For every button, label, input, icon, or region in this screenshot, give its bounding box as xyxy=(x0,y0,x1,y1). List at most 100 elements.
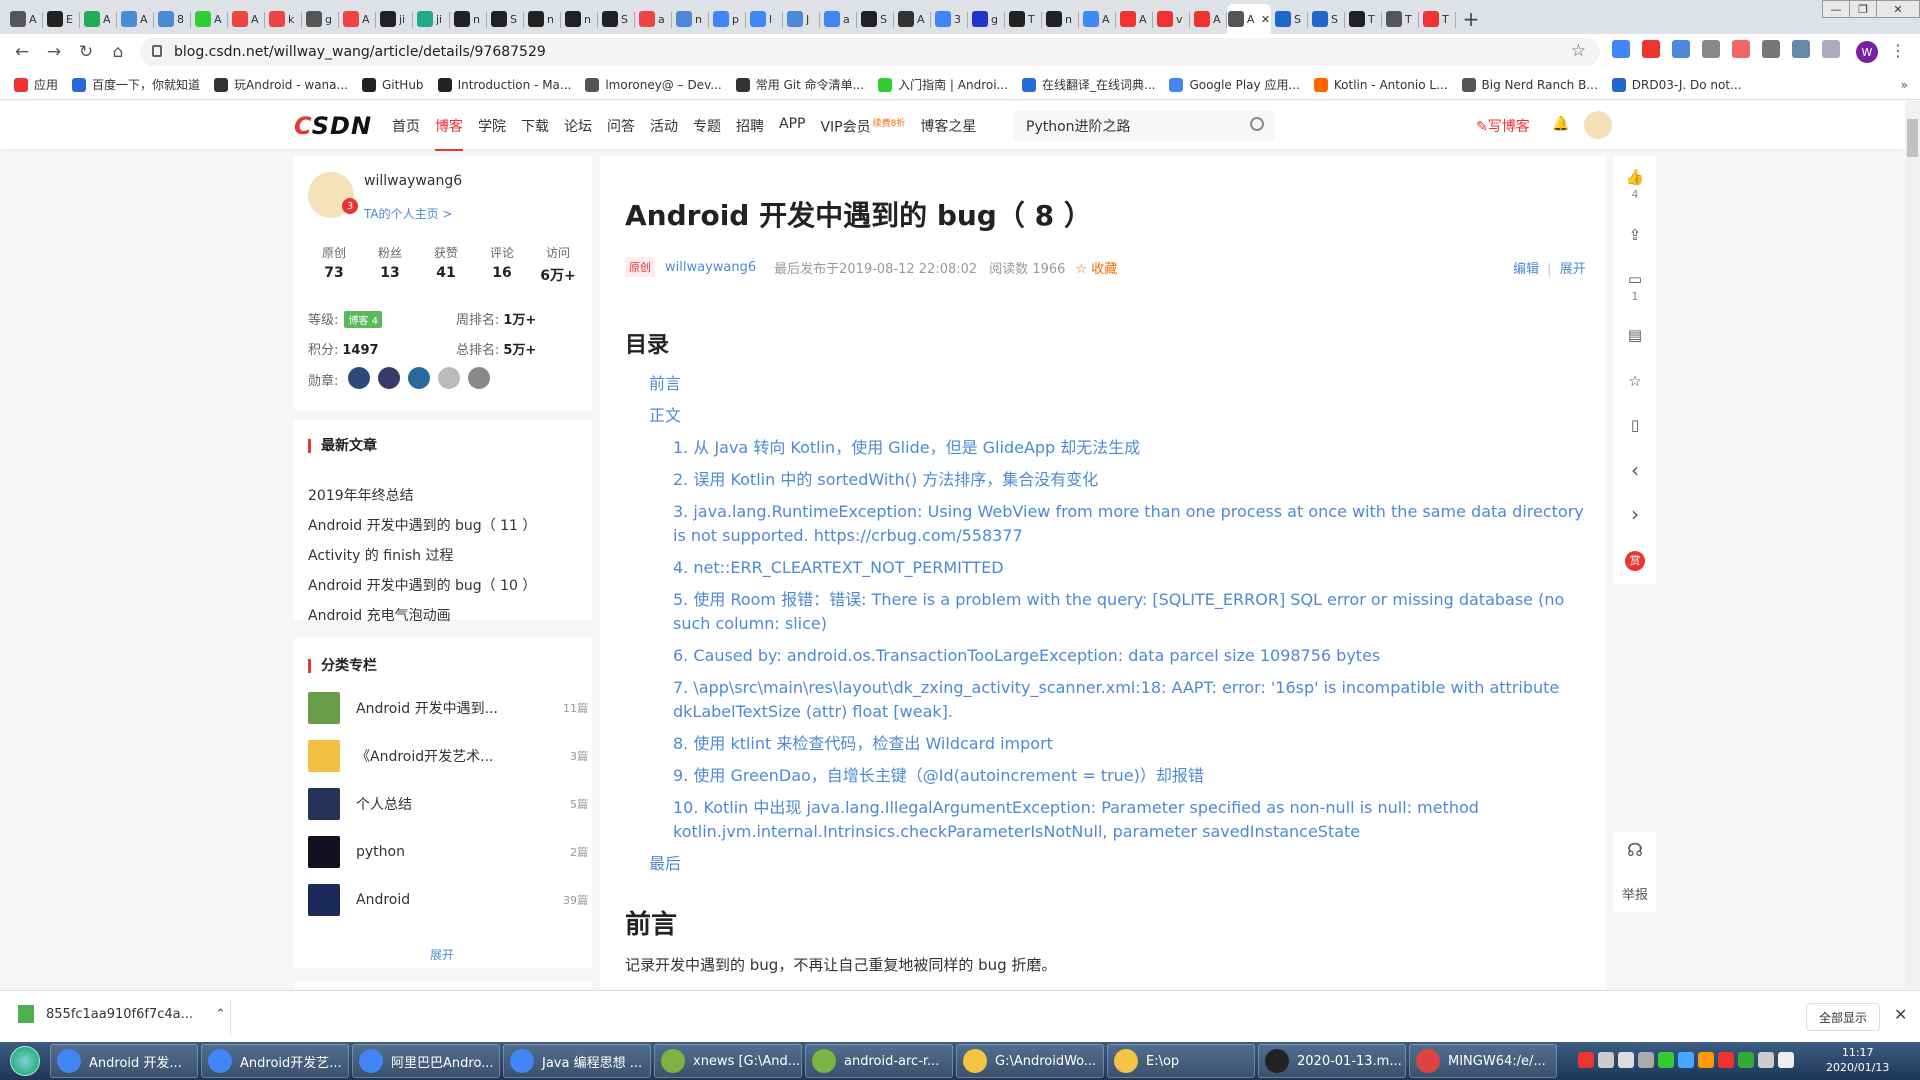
search-input[interactable]: Python进阶之路 xyxy=(1014,111,1274,141)
browser-tab[interactable]: 8 xyxy=(154,4,191,34)
back-icon[interactable]: ← xyxy=(6,36,38,68)
network-icon[interactable] xyxy=(1778,1052,1794,1068)
profile-avatar[interactable]: W xyxy=(1856,41,1878,63)
nav-item[interactable]: APP xyxy=(779,116,805,137)
nav-item[interactable]: 首页 xyxy=(392,116,420,137)
bookmark-item[interactable]: DRD03-J. Do not... xyxy=(1611,77,1742,92)
close-icon[interactable]: ✕ xyxy=(1894,1005,1907,1024)
category-item[interactable]: Android 39篇 xyxy=(308,884,588,916)
like-button[interactable]: 👍 4 xyxy=(1614,168,1656,201)
category-item[interactable]: 《Android开发艺术... 3篇 xyxy=(308,740,588,772)
bookmark-item[interactable]: 百度一下，你就知道 xyxy=(72,76,200,93)
medal-icon[interactable] xyxy=(468,367,490,389)
browser-tab[interactable]: T xyxy=(1382,4,1419,34)
nav-item[interactable]: 博客之星 xyxy=(920,116,976,137)
reload-icon[interactable]: ↻ xyxy=(70,36,102,68)
wechat-icon[interactable] xyxy=(1658,1052,1674,1068)
categories-expand-link[interactable]: 展开 xyxy=(430,946,454,963)
taskbar-window-button[interactable]: 阿里巴巴Andro... xyxy=(352,1044,500,1078)
browser-tab[interactable]: n xyxy=(1042,4,1079,34)
toc-link[interactable]: 10. Kotlin 中出现 java.lang.IllegalArgument… xyxy=(673,796,1590,844)
mobile-icon[interactable]: ▯ xyxy=(1614,416,1656,434)
toc-link[interactable]: 2. 误用 Kotlin 中的 sortedWith() 方法排序，集合没有变化 xyxy=(673,468,1590,492)
menu-icon[interactable]: ⋮ xyxy=(1890,41,1906,60)
write-blog-button[interactable]: ✎写博客 xyxy=(1476,116,1530,136)
bookmark-item[interactable]: 玩Android - wana... xyxy=(214,76,348,93)
browser-tab[interactable]: A xyxy=(1116,4,1153,34)
download-item[interactable]: 855fc1aa910f6f7c4a... ⌃ xyxy=(18,1005,226,1023)
tray-icon[interactable] xyxy=(1758,1052,1774,1068)
star-icon[interactable]: ☆ xyxy=(1614,372,1656,390)
next-icon[interactable]: › xyxy=(1614,502,1656,526)
tray-icon[interactable] xyxy=(1578,1052,1594,1068)
bookmark-item[interactable]: Introduction - Ma... xyxy=(437,77,571,92)
nav-item[interactable]: 问答 xyxy=(607,116,635,137)
browser-tab[interactable]: A xyxy=(228,4,265,34)
browser-tab[interactable]: v xyxy=(1153,4,1190,34)
nav-item[interactable]: VIP会员 续费8折 xyxy=(820,116,905,137)
stat-item[interactable]: 评论 16 xyxy=(474,244,530,285)
toc-link[interactable]: 最后 xyxy=(649,852,1590,876)
nav-item[interactable]: 招聘 xyxy=(736,116,764,137)
browser-tab[interactable]: n xyxy=(450,4,487,34)
taskbar-window-button[interactable]: E:\op xyxy=(1107,1044,1255,1078)
article-author-link[interactable]: willwaywang6 xyxy=(665,260,756,275)
browser-tab[interactable]: A xyxy=(191,4,228,34)
browser-tab[interactable]: n xyxy=(561,4,598,34)
recent-article-link[interactable]: Android 开发中遇到的 bug（ 10 ） xyxy=(308,575,536,595)
toc-link[interactable]: 6. Caused by: android.os.TransactionTooL… xyxy=(673,644,1590,668)
customer-service-icon[interactable]: ☊ xyxy=(1614,840,1656,861)
category-item[interactable]: Android 开发中遇到... 11篇 xyxy=(308,692,588,724)
favorite-button[interactable]: ☆ 收藏 xyxy=(1075,258,1117,277)
recent-article-link[interactable]: Android 开发中遇到的 bug（ 11 ） xyxy=(308,515,536,535)
new-tab-button[interactable]: + xyxy=(1456,4,1486,34)
tab-close-icon[interactable]: ✕ xyxy=(1261,13,1270,26)
browser-tab[interactable]: A xyxy=(80,4,117,34)
browser-tab[interactable]: A xyxy=(1190,4,1227,34)
stat-item[interactable]: 访问 6万+ xyxy=(530,244,586,285)
browser-tab[interactable]: T xyxy=(1005,4,1042,34)
toc-link[interactable]: 1. 从 Java 转向 Kotlin，使用 Glide，但是 GlideApp… xyxy=(673,436,1590,460)
toc-link[interactable]: 7. \app\src\main\res\layout\dk_zxing_act… xyxy=(673,676,1590,724)
bookmark-item[interactable]: 应用 xyxy=(14,76,58,93)
report-button[interactable]: 举报 xyxy=(1614,884,1656,903)
taskbar-window-button[interactable]: MINGW64:/e/... xyxy=(1409,1044,1557,1078)
page-scrollbar[interactable] xyxy=(1905,101,1920,991)
browser-tab[interactable]: T xyxy=(1419,4,1456,34)
edit-link[interactable]: 编辑 xyxy=(1513,262,1539,277)
medal-icon[interactable] xyxy=(438,367,460,389)
stat-item[interactable]: 原创 73 xyxy=(306,244,362,285)
browser-tab[interactable]: 3 xyxy=(931,4,968,34)
tray-icon[interactable] xyxy=(1598,1052,1614,1068)
reward-button[interactable]: 赏 xyxy=(1614,550,1656,571)
taskbar-window-button[interactable]: Android开发艺... xyxy=(201,1044,349,1078)
nav-item[interactable]: 活动 xyxy=(650,116,678,137)
browser-tab[interactable]: n xyxy=(672,4,709,34)
toc-link[interactable]: 5. 使用 Room 报错：错误: There is a problem wit… xyxy=(673,588,1590,636)
bookmark-item[interactable]: 入门指南 | Androi... xyxy=(878,76,1008,93)
restore-button[interactable]: ❐ xyxy=(1849,0,1877,18)
bookmark-item[interactable]: Google Play 应用... xyxy=(1169,76,1300,93)
browser-tab[interactable]: ji xyxy=(376,4,413,34)
bookmark-item[interactable]: Big Nerd Ranch B... xyxy=(1461,77,1598,92)
browser-tab[interactable]: A xyxy=(6,4,43,34)
browser-tab[interactable]: S xyxy=(857,4,894,34)
extension-icon[interactable] xyxy=(1762,40,1780,58)
stat-item[interactable]: 粉丝 13 xyxy=(362,244,418,285)
bookmark-item[interactable]: 常用 Git 命令清单... xyxy=(735,76,864,93)
recent-article-link[interactable]: Activity 的 finish 过程 xyxy=(308,545,453,565)
translate-icon[interactable] xyxy=(1672,40,1690,58)
tray-icon[interactable] xyxy=(1678,1052,1694,1068)
toc-link[interactable]: 4. net::ERR_CLEARTEXT_NOT_PERMITTED xyxy=(673,556,1590,580)
url-field[interactable]: blog.csdn.net/willway_wang/article/detai… xyxy=(140,38,1600,66)
stat-item[interactable]: 获赞 41 xyxy=(418,244,474,285)
prev-icon[interactable]: ‹ xyxy=(1614,458,1656,482)
browser-tab[interactable]: l xyxy=(746,4,783,34)
medal-icon[interactable] xyxy=(348,367,370,389)
browser-tab[interactable]: A xyxy=(117,4,154,34)
expand-link[interactable]: 展开 xyxy=(1560,262,1586,277)
browser-tab[interactable]: J xyxy=(783,4,820,34)
taskbar-window-button[interactable]: 2020-01-13.m... xyxy=(1258,1044,1406,1078)
start-button[interactable] xyxy=(0,1042,50,1080)
nav-item[interactable]: 学院 xyxy=(478,116,506,137)
